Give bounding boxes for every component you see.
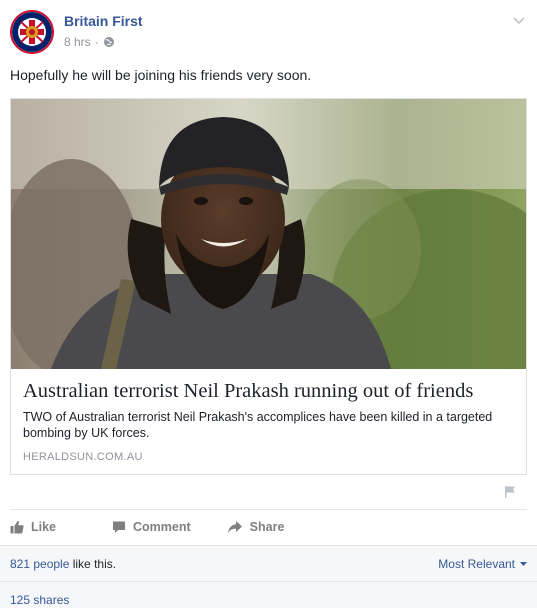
post-text: Hopefully he will be joining his friends… [10,67,312,83]
sort-label: Most Relevant [438,557,515,571]
comment-button[interactable]: Comment [112,520,191,534]
likes-suffix: like this. [69,557,117,571]
dropdown-triangle-icon [520,561,527,566]
link-preview-image[interactable] [11,99,526,369]
link-title[interactable]: Australian terrorist Neil Prakash runnin… [23,379,514,403]
post-header: Britain First 8 hrs · [10,10,527,56]
page-avatar[interactable] [10,10,54,54]
like-icon [10,520,24,534]
comment-icon [113,521,126,533]
post-meta: 8 hrs · [64,35,115,49]
post-time[interactable]: 8 hrs [64,35,91,49]
globe-icon[interactable] [103,36,115,48]
chevron-down-icon[interactable] [511,12,527,28]
comment-label: Comment [133,520,191,534]
comment-sort-dropdown[interactable]: Most Relevant [438,557,527,571]
link-preview-card[interactable]: Australian terrorist Neil Prakash runnin… [10,98,527,475]
britain-first-logo [12,12,52,52]
flag-icon[interactable] [503,485,517,499]
share-button[interactable]: Share [227,520,285,534]
action-bar: Like Comment Share [10,510,527,544]
likes-row: 821 people like this. Most Relevant [0,546,537,582]
meta-separator: · [94,35,99,49]
link-domain: HERALDSUN.COM.AU [23,451,143,463]
like-button[interactable]: Like [10,520,56,534]
likes-count-link[interactable]: 821 people [10,557,69,571]
link-preview-body: Australian terrorist Neil Prakash runnin… [11,369,526,474]
share-icon [227,521,242,533]
shares-count-link[interactable]: 125 shares [10,593,69,607]
link-description: TWO of Australian terrorist Neil Prakash… [23,410,493,440]
likes-summary: 821 people like this. [10,557,116,571]
post-footer: 821 people like this. Most Relevant 125 … [0,545,537,608]
page-name[interactable]: Britain First [64,13,143,29]
like-label: Like [31,520,57,534]
share-label: Share [249,520,285,534]
